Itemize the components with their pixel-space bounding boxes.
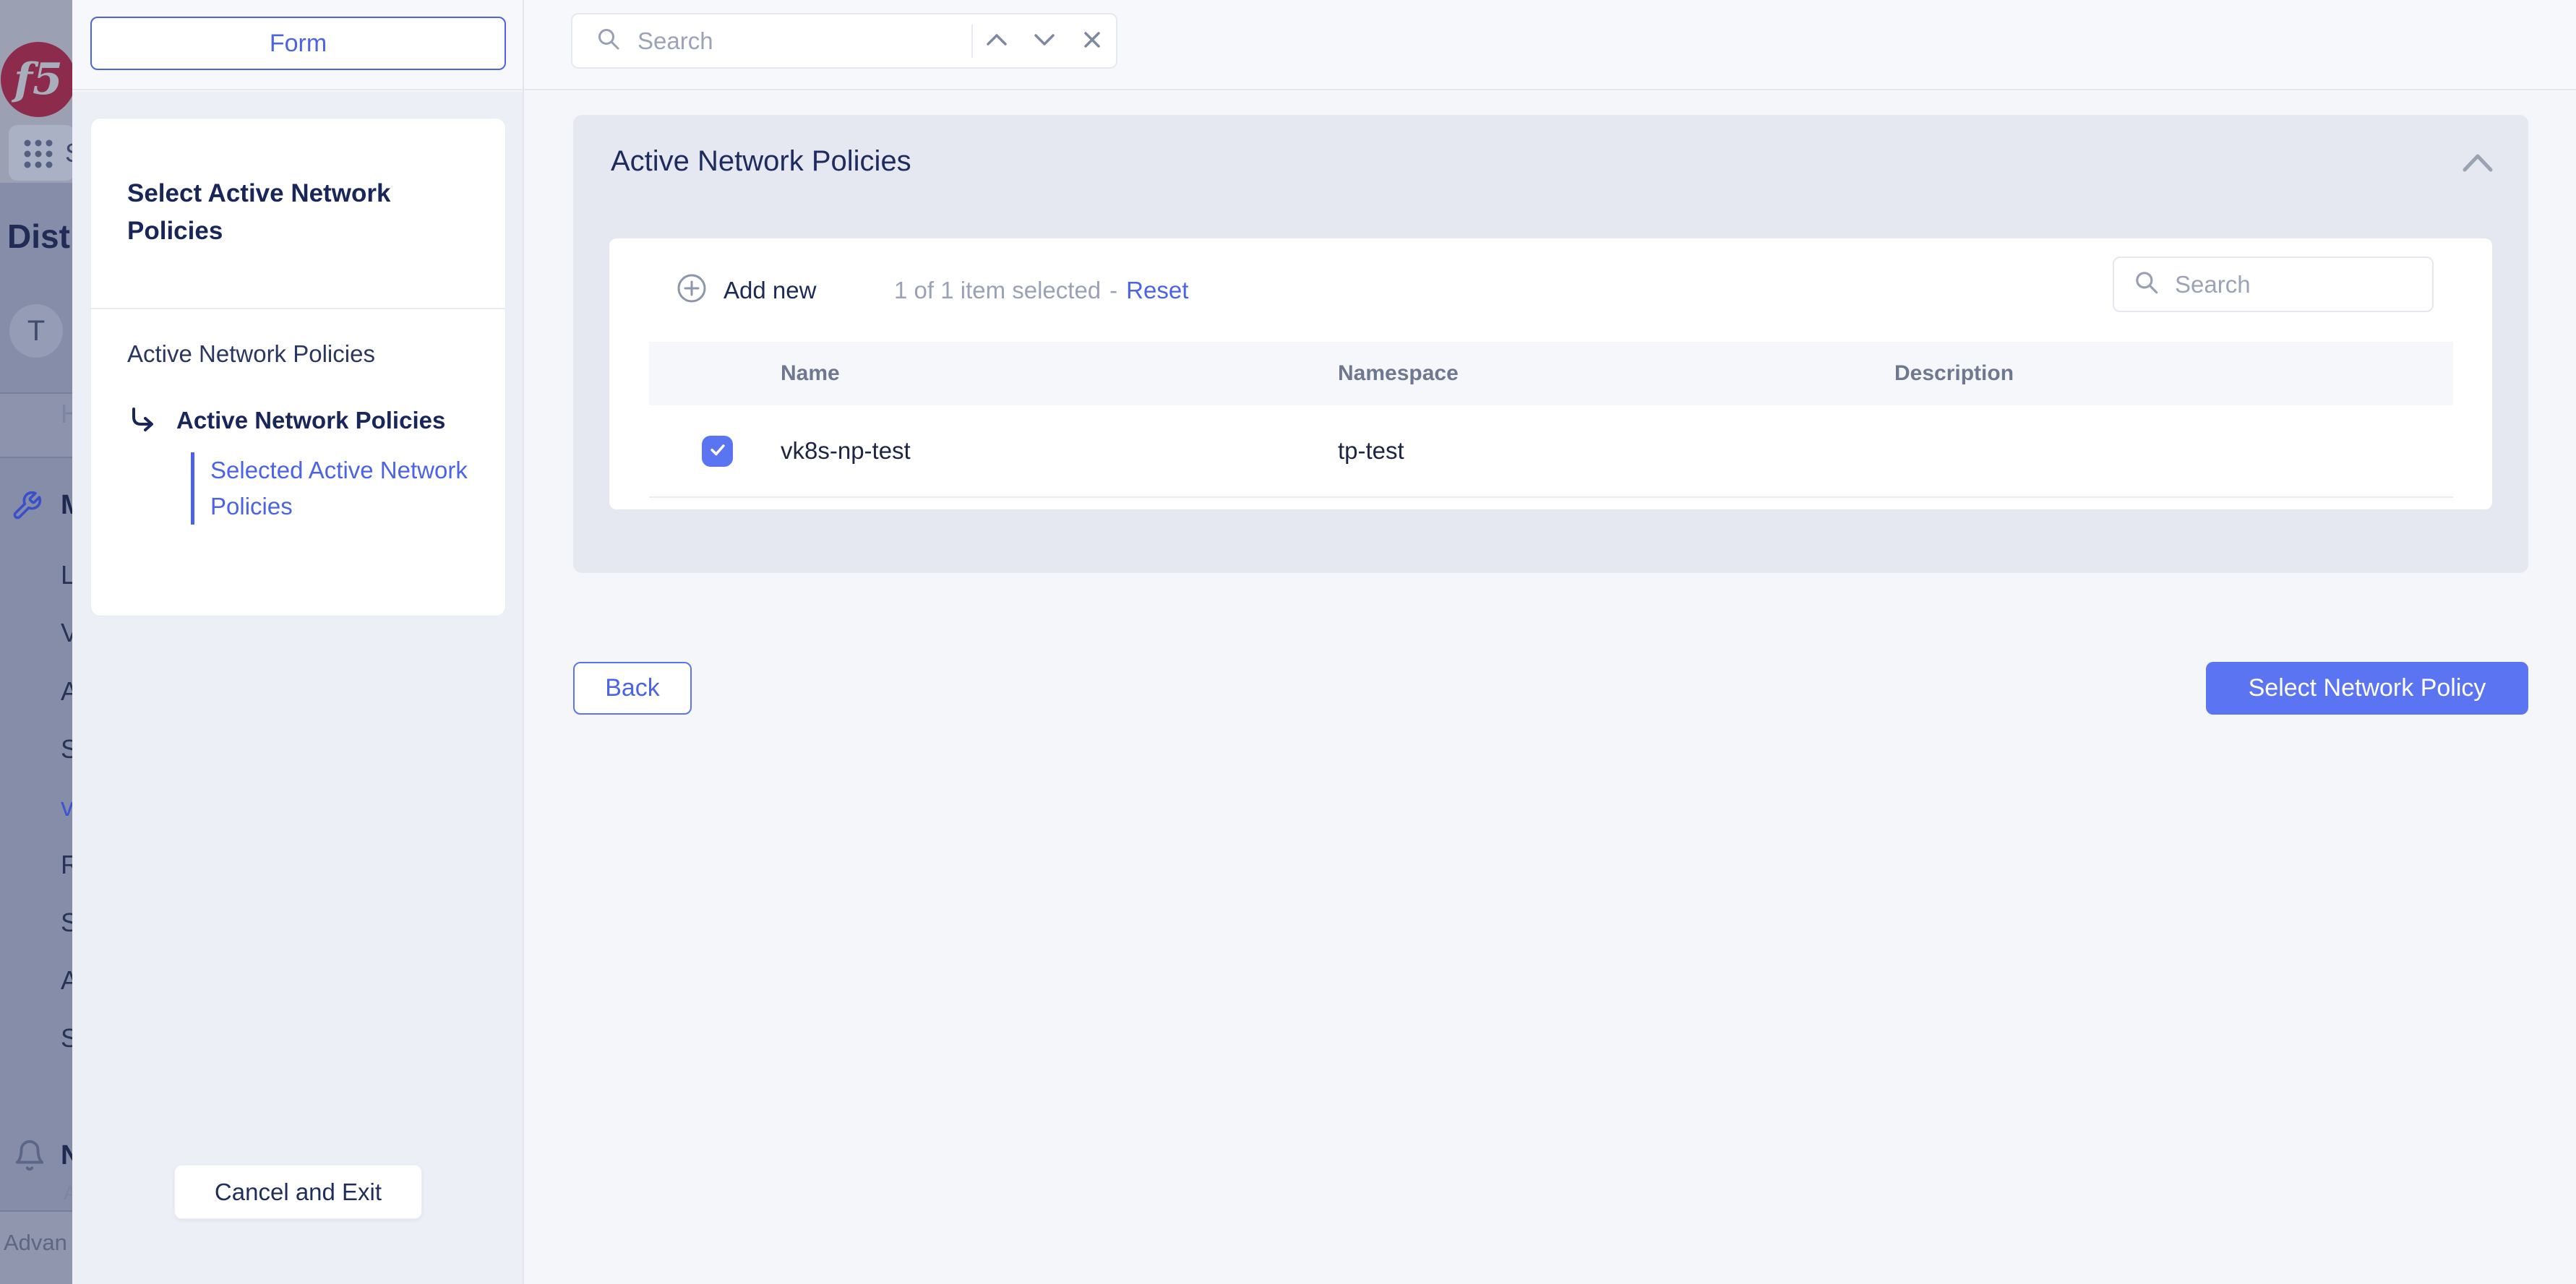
sidebar-nav-item[interactable]: A [61,676,72,707]
close-icon [1083,30,1102,51]
table-search-widget [2113,257,2434,312]
circle-plus-icon [676,272,708,308]
column-header-description: Description [1894,342,2014,405]
select-network-policy-button[interactable]: Select Network Policy [2206,662,2528,715]
panel-title: Active Network Policies [611,145,911,178]
wizard-nav-panel: Select Active Network Policies Active Ne… [90,118,506,616]
grid-dots-icon [22,137,55,171]
selection-separator: - [1109,277,1117,304]
search-next-button[interactable] [1021,20,1068,63]
sidebar-item-manage[interactable]: M [61,490,72,521]
table-header: Name Namespace Description [649,342,2453,405]
wizard-heading: Select Active Network Policies [127,175,469,250]
sidebar-nav-item[interactable]: S [61,1023,72,1054]
reset-link[interactable]: Reset [1126,277,1188,304]
sidebar-nav-item[interactable]: L [61,560,72,590]
selection-info: 1 of 1 item selected - Reset [894,238,1188,342]
form-tab[interactable]: Form [90,17,506,70]
sidebar-nav-item[interactable]: S [61,734,72,764]
page-search-input[interactable] [637,27,971,55]
search-prev-button[interactable] [973,20,1021,63]
sidebar-notifications-sub: A [64,1182,72,1205]
sidebar-footer: Advan [0,1210,72,1284]
wizard-step-active-network-policies[interactable]: Active Network Policies [127,402,469,439]
page: Form Select Active Network Policies Acti… [0,0,2576,1284]
panel-collapse-button[interactable] [2462,152,2494,175]
dimmed-sidebar: f5 S Dist T H M L V A S v R S A S [0,0,72,1284]
sidebar-nav-item-selected[interactable]: v [61,792,72,822]
sidebar-section-heading: Dist [7,217,70,256]
selection-count: 1 of 1 item selected [894,277,1101,304]
page-search-widget [571,13,1117,69]
policies-card: Add new 1 of 1 item selected - Reset Nam… [609,238,2492,509]
bell-icon [13,1139,46,1176]
table-row[interactable]: vk8s-np-test tp-test [649,405,2453,498]
wizard-step-label: Active Network Policies [176,407,445,434]
sidebar-item-home[interactable]: H [61,399,72,429]
back-button[interactable]: Back [573,662,692,715]
chevron-up-icon [2462,164,2494,175]
avatar[interactable]: T [9,304,63,358]
table-search-input[interactable] [2175,271,2432,298]
cell-name: vk8s-np-test [781,405,911,496]
wizard-substep-selected-policies[interactable]: Selected Active Network Policies [191,452,469,525]
search-icon [2133,269,2160,300]
cancel-and-exit-button[interactable]: Cancel and Exit [174,1165,422,1219]
active-network-policies-panel: Active Network Policies Add new 1 of 1 [573,115,2528,573]
wizard-section-label: Active Network Policies [127,335,469,373]
add-new-label: Add new [724,277,816,304]
column-header-namespace: Namespace [1338,342,1459,405]
search-icon [596,26,622,56]
sidebar-nav-item[interactable]: R [61,850,72,880]
search-close-button[interactable] [1068,20,1116,63]
add-new-button[interactable]: Add new [676,238,816,342]
cell-namespace: tp-test [1338,405,1404,496]
sidebar-nav-item[interactable]: S [61,908,72,938]
app-switcher-tile[interactable]: S [9,125,72,181]
row-checkbox[interactable] [702,436,733,467]
wizard-drawer: Form Select Active Network Policies Acti… [72,0,524,1284]
wizard-divider [91,308,505,309]
chevron-down-icon [1033,33,1056,49]
sidebar-footer-advanced[interactable]: Advan [4,1230,67,1256]
sidebar-nav-item[interactable]: V [61,618,72,648]
wrench-icon [11,490,43,525]
sidebar-nav-item[interactable]: A [61,965,72,996]
chevron-up-icon [985,33,1008,49]
column-header-name: Name [781,342,840,405]
sidebar-item-notifications[interactable]: N [61,1140,72,1171]
return-arrow-icon [127,404,158,434]
app-switcher-label: S [65,138,72,168]
f5-logo[interactable]: f5 [1,42,72,117]
checkmark-icon [707,439,729,464]
